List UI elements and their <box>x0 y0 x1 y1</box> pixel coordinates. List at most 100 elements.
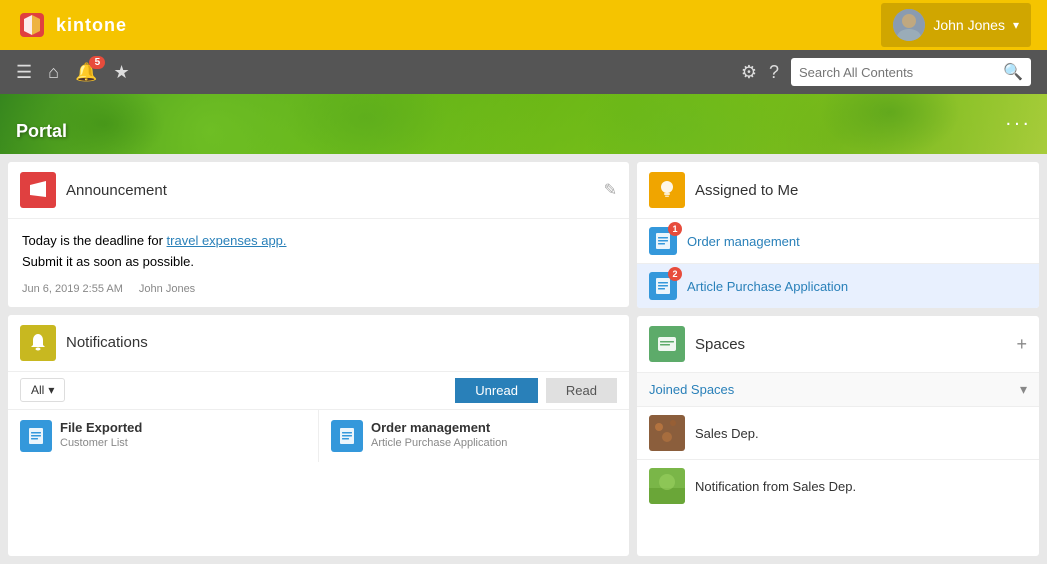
announcement-link[interactable]: travel expenses app. <box>167 233 287 248</box>
menu-icon[interactable]: ☰ <box>16 62 32 83</box>
assigned-items: 1 Order management 2 Article Pu <box>637 218 1039 308</box>
assigned-icon-wrap <box>649 172 685 208</box>
user-menu[interactable]: John Jones ▾ <box>881 3 1031 47</box>
assigned-item-2-name: Article Purchase Application <box>687 279 848 294</box>
notification-item-1-icon <box>20 420 52 452</box>
announcement-icon <box>27 179 49 201</box>
announcement-title: Announcement <box>66 182 594 199</box>
search-box: 🔍 <box>791 58 1031 86</box>
space-item-2-thumb <box>649 468 685 504</box>
spaces-icon <box>656 333 678 355</box>
notifications-items: File Exported Customer List <box>8 409 629 462</box>
notifications-icon[interactable]: 🔔 5 <box>75 62 97 83</box>
nav-bar: ☰ ⌂ 🔔 5 ★ ⚙ ? 🔍 <box>0 50 1047 94</box>
space-item-2-name: Notification from Sales Dep. <box>695 479 856 494</box>
space-item-2[interactable]: Notification from Sales Dep. <box>637 459 1039 512</box>
space-item-1-image <box>649 415 685 451</box>
notification-item-2-title: Order management <box>371 420 617 435</box>
user-chevron-icon: ▾ <box>1013 18 1019 32</box>
record-icon-2 <box>654 277 672 295</box>
record-icon-1 <box>654 232 672 250</box>
read-tab[interactable]: Read <box>546 378 617 403</box>
filter-label: All <box>31 383 44 397</box>
home-icon[interactable]: ⌂ <box>48 62 59 83</box>
assigned-item-2[interactable]: 2 Article Purchase Application <box>637 263 1039 308</box>
assigned-item-1-name: Order management <box>687 234 800 249</box>
spaces-card: Spaces + Joined Spaces ▾ Sales Dep. <box>637 316 1039 556</box>
filter-dropdown[interactable]: All ▾ <box>20 378 65 402</box>
file-icon <box>27 427 45 445</box>
user-name: John Jones <box>933 17 1005 33</box>
announcement-text: Today is the deadline for travel expense… <box>22 231 615 273</box>
assigned-item-2-badge: 2 <box>668 267 682 281</box>
nav-right: ⚙ ? 🔍 <box>741 58 1031 86</box>
assigned-item-1[interactable]: 1 Order management <box>637 218 1039 263</box>
notifications-icon-wrap <box>20 325 56 361</box>
notifications-filter-bar: All ▾ Unread Read <box>8 371 629 409</box>
bell-icon <box>27 332 49 354</box>
notification-item-1-content: File Exported Customer List <box>60 420 306 449</box>
nav-left: ☰ ⌂ 🔔 5 ★ <box>16 62 130 83</box>
space-item-1-thumb <box>649 415 685 451</box>
assigned-header: Assigned to Me <box>637 162 1039 218</box>
edit-icon[interactable]: ✎ <box>604 180 617 200</box>
spaces-title: Spaces <box>695 336 1006 353</box>
notification-badge: 5 <box>89 56 105 69</box>
user-avatar <box>893 9 925 41</box>
kintone-logo-icon <box>16 9 48 41</box>
announcement-card: Announcement ✎ Today is the deadline for… <box>8 162 629 307</box>
announcement-header: Announcement ✎ <box>8 162 629 219</box>
space-item-1[interactable]: Sales Dep. <box>637 406 1039 459</box>
notification-item-2-content: Order management Article Purchase Applic… <box>371 420 617 449</box>
announcement-meta: Jun 6, 2019 2:55 AM John Jones <box>22 283 615 295</box>
notification-item-1-title: File Exported <box>60 420 306 435</box>
portal-banner: Portal ··· <box>0 94 1047 154</box>
search-input[interactable] <box>799 65 997 80</box>
assigned-title: Assigned to Me <box>695 182 798 199</box>
announcement-author: John Jones <box>139 283 195 295</box>
right-panel: Assigned to Me 1 Order management <box>637 154 1047 564</box>
space-item-1-name: Sales Dep. <box>695 426 759 441</box>
announcement-icon-wrap <box>20 172 56 208</box>
notifications-card: Notifications All ▾ Unread Read <box>8 315 629 556</box>
joined-spaces-chevron-icon: ▾ <box>1020 381 1027 398</box>
kintone-logo: kintone <box>16 9 127 41</box>
joined-spaces-label: Joined Spaces <box>649 382 1020 397</box>
notification-item-1-sub: Customer List <box>60 437 306 449</box>
notifications-title: Notifications <box>66 334 617 351</box>
assigned-item-1-badge: 1 <box>668 222 682 236</box>
spaces-icon-wrap <box>649 326 685 362</box>
logo-text: kintone <box>56 15 127 36</box>
user-avatar-img <box>893 9 925 41</box>
spaces-header: Spaces + <box>637 316 1039 372</box>
order-icon <box>338 427 356 445</box>
lightbulb-icon <box>656 179 678 201</box>
settings-icon[interactable]: ⚙ <box>741 62 757 83</box>
search-button[interactable]: 🔍 <box>1003 62 1023 82</box>
leaf-decoration <box>0 94 1047 154</box>
assigned-card: Assigned to Me 1 Order management <box>637 162 1039 308</box>
unread-tab[interactable]: Unread <box>455 378 538 403</box>
notification-item-2-icon <box>331 420 363 452</box>
left-panel: Announcement ✎ Today is the deadline for… <box>0 154 637 564</box>
assigned-item-1-icon: 1 <box>649 227 677 255</box>
announcement-body: Today is the deadline for travel expense… <box>8 219 629 307</box>
announcement-line2: Submit it as soon as possible. <box>22 254 194 269</box>
spaces-add-button[interactable]: + <box>1016 334 1027 355</box>
notification-item-1[interactable]: File Exported Customer List <box>8 409 318 462</box>
favorites-icon[interactable]: ★ <box>113 62 129 83</box>
notification-item-2[interactable]: Order management Article Purchase Applic… <box>319 409 629 462</box>
portal-title: Portal <box>16 121 67 142</box>
notification-item-2-sub: Article Purchase Application <box>371 437 617 449</box>
notifications-header: Notifications <box>8 315 629 371</box>
help-icon[interactable]: ? <box>769 62 779 83</box>
announcement-line1: Today is the deadline for <box>22 233 167 248</box>
announcement-date: Jun 6, 2019 2:55 AM <box>22 283 123 295</box>
portal-more-button[interactable]: ··· <box>1005 113 1031 136</box>
joined-spaces-toggle[interactable]: Joined Spaces ▾ <box>637 372 1039 406</box>
filter-chevron-icon: ▾ <box>48 383 54 397</box>
top-bar: kintone John Jones ▾ <box>0 0 1047 50</box>
space-item-2-image <box>649 468 685 504</box>
main-content: Announcement ✎ Today is the deadline for… <box>0 154 1047 564</box>
assigned-item-2-icon: 2 <box>649 272 677 300</box>
